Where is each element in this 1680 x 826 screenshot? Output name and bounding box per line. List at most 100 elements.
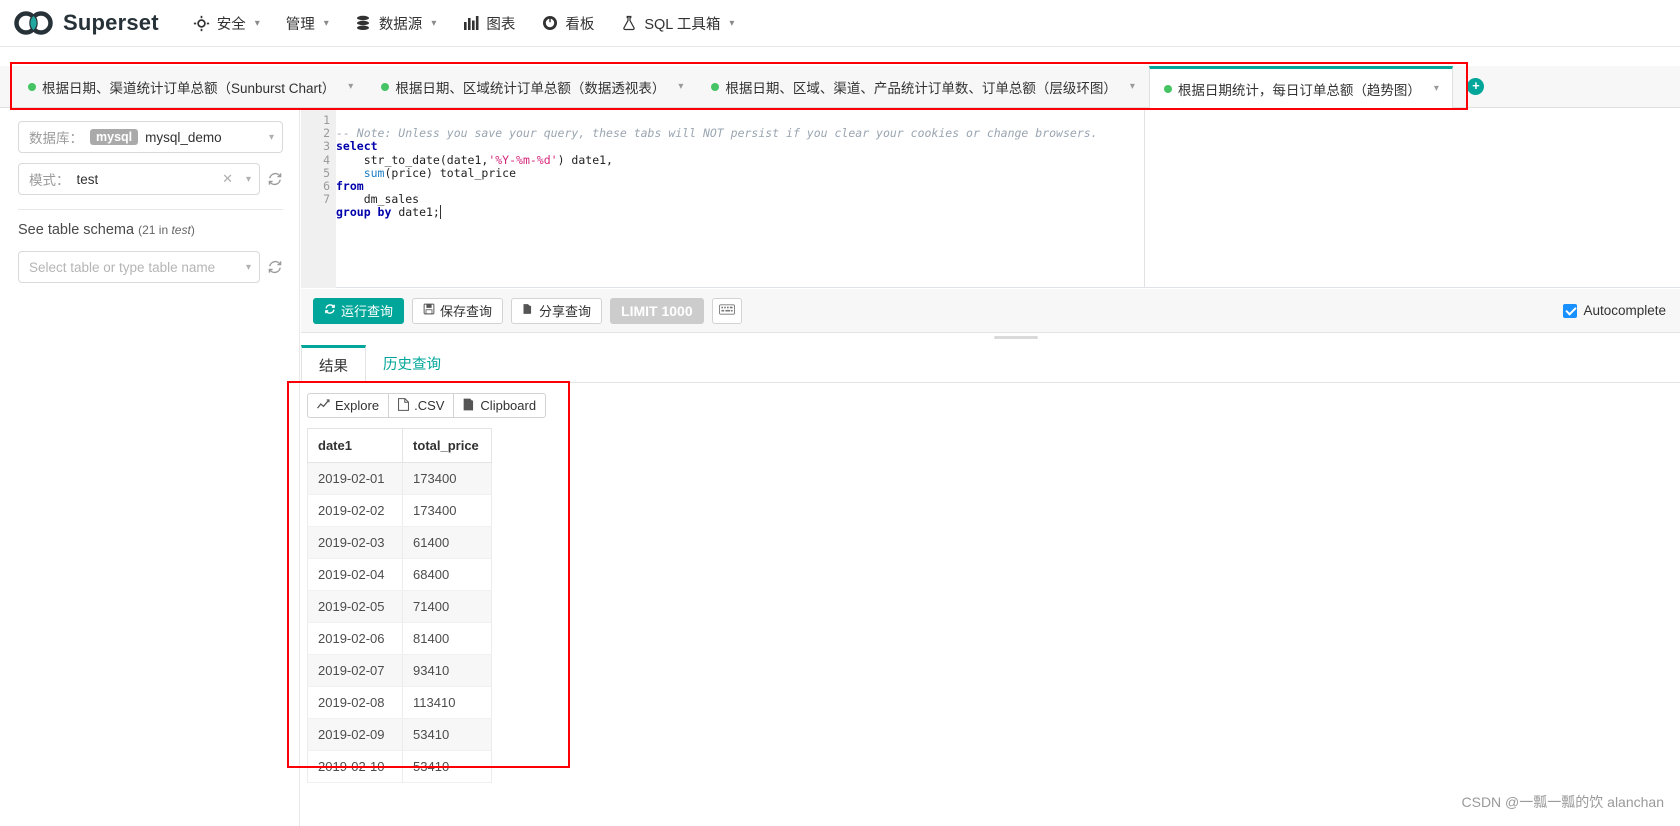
autocomplete-toggle[interactable]: Autocomplete: [1563, 303, 1666, 318]
editor-resize-handle[interactable]: [994, 336, 1038, 339]
cell-total-price: 53410: [403, 751, 492, 783]
chevron-down-icon[interactable]: ▾: [1130, 81, 1135, 92]
tab-results[interactable]: 结果: [301, 345, 366, 383]
refresh-run-icon: [324, 303, 336, 318]
cell-date: 2019-02-07: [308, 655, 403, 687]
database-select[interactable]: 数据库： mysql mysql_demo ▾: [18, 121, 283, 153]
tab-label: 根据日期、渠道统计订单总额（Sunburst Chart）: [42, 77, 335, 97]
nav-item-security[interactable]: 安全 ▾: [193, 13, 260, 34]
sql-code-content[interactable]: -- Note: Unless you save your query, the…: [336, 110, 1680, 288]
cell-total-price: 61400: [403, 527, 492, 559]
cell-date: 2019-02-02: [308, 495, 403, 527]
superset-logo[interactable]: Superset: [14, 10, 159, 36]
chevron-down-icon: ▾: [431, 18, 436, 29]
nav-item-manage[interactable]: 管理 ▾: [286, 13, 329, 34]
nav-item-charts[interactable]: 图表: [462, 13, 515, 34]
bar-chart-icon: [462, 15, 479, 32]
chevron-down-icon: ▾: [324, 18, 329, 29]
save-query-button[interactable]: 保存查询: [412, 298, 503, 324]
editor-line-numbers: 1 2 3 4 5 6 7: [301, 110, 336, 288]
autocomplete-checkbox[interactable]: [1563, 304, 1577, 318]
cell-date: 2019-02-03: [308, 527, 403, 559]
result-actions: Explore .CSV Clipboard: [307, 393, 546, 418]
autocomplete-label: Autocomplete: [1583, 303, 1666, 318]
status-dot-icon: [28, 83, 36, 91]
chevron-down-icon[interactable]: ▾: [678, 81, 683, 92]
cell-date: 2019-02-06: [308, 623, 403, 655]
cell-date: 2019-02-10: [308, 751, 403, 783]
history-tab-label: 历史查询: [383, 353, 441, 374]
nav-label: 图表: [486, 13, 515, 34]
query-tab-trend[interactable]: 根据日期统计，每日订单总额（趋势图） ▾: [1149, 66, 1453, 108]
cell-date: 2019-02-08: [308, 687, 403, 719]
nav-item-dashboard[interactable]: 看板: [541, 13, 594, 34]
query-tab-pivot[interactable]: 根据日期、区域统计订单总额（数据透视表） ▾: [367, 66, 697, 107]
dashboard-gauge-icon: [541, 15, 558, 32]
column-header-total-price[interactable]: total_price: [403, 429, 492, 463]
query-tab-bar: 根据日期、渠道统计订单总额（Sunburst Chart） ▾ 根据日期、区域统…: [0, 66, 1680, 108]
run-query-button[interactable]: 运行查询: [313, 298, 404, 324]
schema-title-text: See table schema: [18, 222, 134, 238]
save-disk-icon: [423, 303, 435, 318]
line-number: 6: [301, 180, 336, 193]
chevron-down-icon: ▾: [729, 18, 734, 29]
clipboard-button[interactable]: Clipboard: [454, 393, 546, 418]
close-icon[interactable]: ✕: [222, 171, 233, 187]
tab-label: 根据日期、区域、渠道、产品统计订单数、订单总额（层级环图）: [725, 77, 1117, 97]
query-tab-sunburst-hierarchy[interactable]: 根据日期、区域、渠道、产品统计订单数、订单总额（层级环图） ▾: [697, 66, 1149, 107]
nav-label: 管理: [286, 13, 315, 34]
save-query-label: 保存查询: [440, 301, 492, 320]
chevron-down-icon: ▾: [246, 174, 251, 185]
tab-label: 根据日期、区域统计订单总额（数据透视表）: [395, 77, 665, 97]
line-number: 7: [301, 193, 336, 206]
chevron-down-icon[interactable]: ▾: [1434, 83, 1439, 94]
cell-total-price: 71400: [403, 591, 492, 623]
cell-total-price: 53410: [403, 719, 492, 751]
chevron-down-icon: ▾: [255, 18, 260, 29]
schema-label: 模式：: [29, 169, 70, 189]
schema-select-row: 模式： test ✕ ▾: [18, 163, 283, 195]
limit-selector[interactable]: LIMIT 1000: [610, 298, 704, 324]
infinity-logo-icon: [14, 11, 54, 35]
sql-line: dm_sales: [336, 193, 1680, 206]
query-tab-sunburst[interactable]: 根据日期、渠道统计订单总额（Sunburst Chart） ▾: [14, 66, 367, 107]
line-number: 5: [301, 167, 336, 180]
app-root: Superset 安全 ▾ 管理 ▾ 数据源 ▾ 图表: [0, 0, 1680, 826]
column-header-date1[interactable]: date1: [308, 429, 403, 463]
sql-editor[interactable]: 1 2 3 4 5 6 7 -- Note: Unless you save y…: [301, 110, 1680, 288]
explore-button[interactable]: Explore: [307, 393, 389, 418]
cell-date: 2019-02-05: [308, 591, 403, 623]
brand-name: Superset: [63, 10, 159, 36]
cell-total-price: 173400: [403, 495, 492, 527]
line-number: 2: [301, 127, 336, 140]
cell-total-price: 113410: [403, 687, 492, 719]
schema-select[interactable]: 模式： test ✕ ▾: [18, 163, 260, 195]
keyboard-shortcuts-button[interactable]: [712, 298, 742, 324]
table-row: 2019-02-03 61400: [308, 527, 492, 559]
sql-line: sum(price) total_price: [336, 167, 1680, 180]
line-number: 4: [301, 154, 336, 167]
limit-label: LIMIT 1000: [621, 303, 693, 319]
chevron-down-icon: ▾: [269, 132, 274, 143]
share-copy-icon: [522, 303, 534, 318]
table-select-placeholder: Select table or type table name: [29, 260, 215, 275]
share-query-button[interactable]: 分享查询: [511, 298, 602, 324]
refresh-icon[interactable]: [267, 259, 283, 275]
table-row: 2019-02-01 173400: [308, 463, 492, 495]
tab-label: 根据日期统计，每日订单总额（趋势图）: [1178, 79, 1421, 99]
schema-table-count: (21 in test): [138, 223, 195, 237]
table-row: 2019-02-08 113410: [308, 687, 492, 719]
schema-value: test: [77, 172, 99, 187]
tab-query-history[interactable]: 历史查询: [366, 345, 458, 382]
nav-label: SQL 工具箱: [644, 13, 720, 34]
results-table: date1 total_price 2019-02-01 173400 2019…: [307, 428, 492, 783]
nav-item-datasource[interactable]: 数据源 ▾: [355, 13, 437, 34]
cell-total-price: 68400: [403, 559, 492, 591]
csv-button[interactable]: .CSV: [389, 393, 454, 418]
add-query-tab-button[interactable]: +: [1453, 66, 1499, 107]
chevron-down-icon[interactable]: ▾: [348, 81, 353, 92]
nav-item-sql-toolbox[interactable]: SQL 工具箱 ▾: [620, 13, 734, 34]
line-number: 3: [301, 140, 336, 153]
table-select[interactable]: Select table or type table name ▾: [18, 251, 260, 283]
refresh-icon[interactable]: [267, 171, 283, 187]
